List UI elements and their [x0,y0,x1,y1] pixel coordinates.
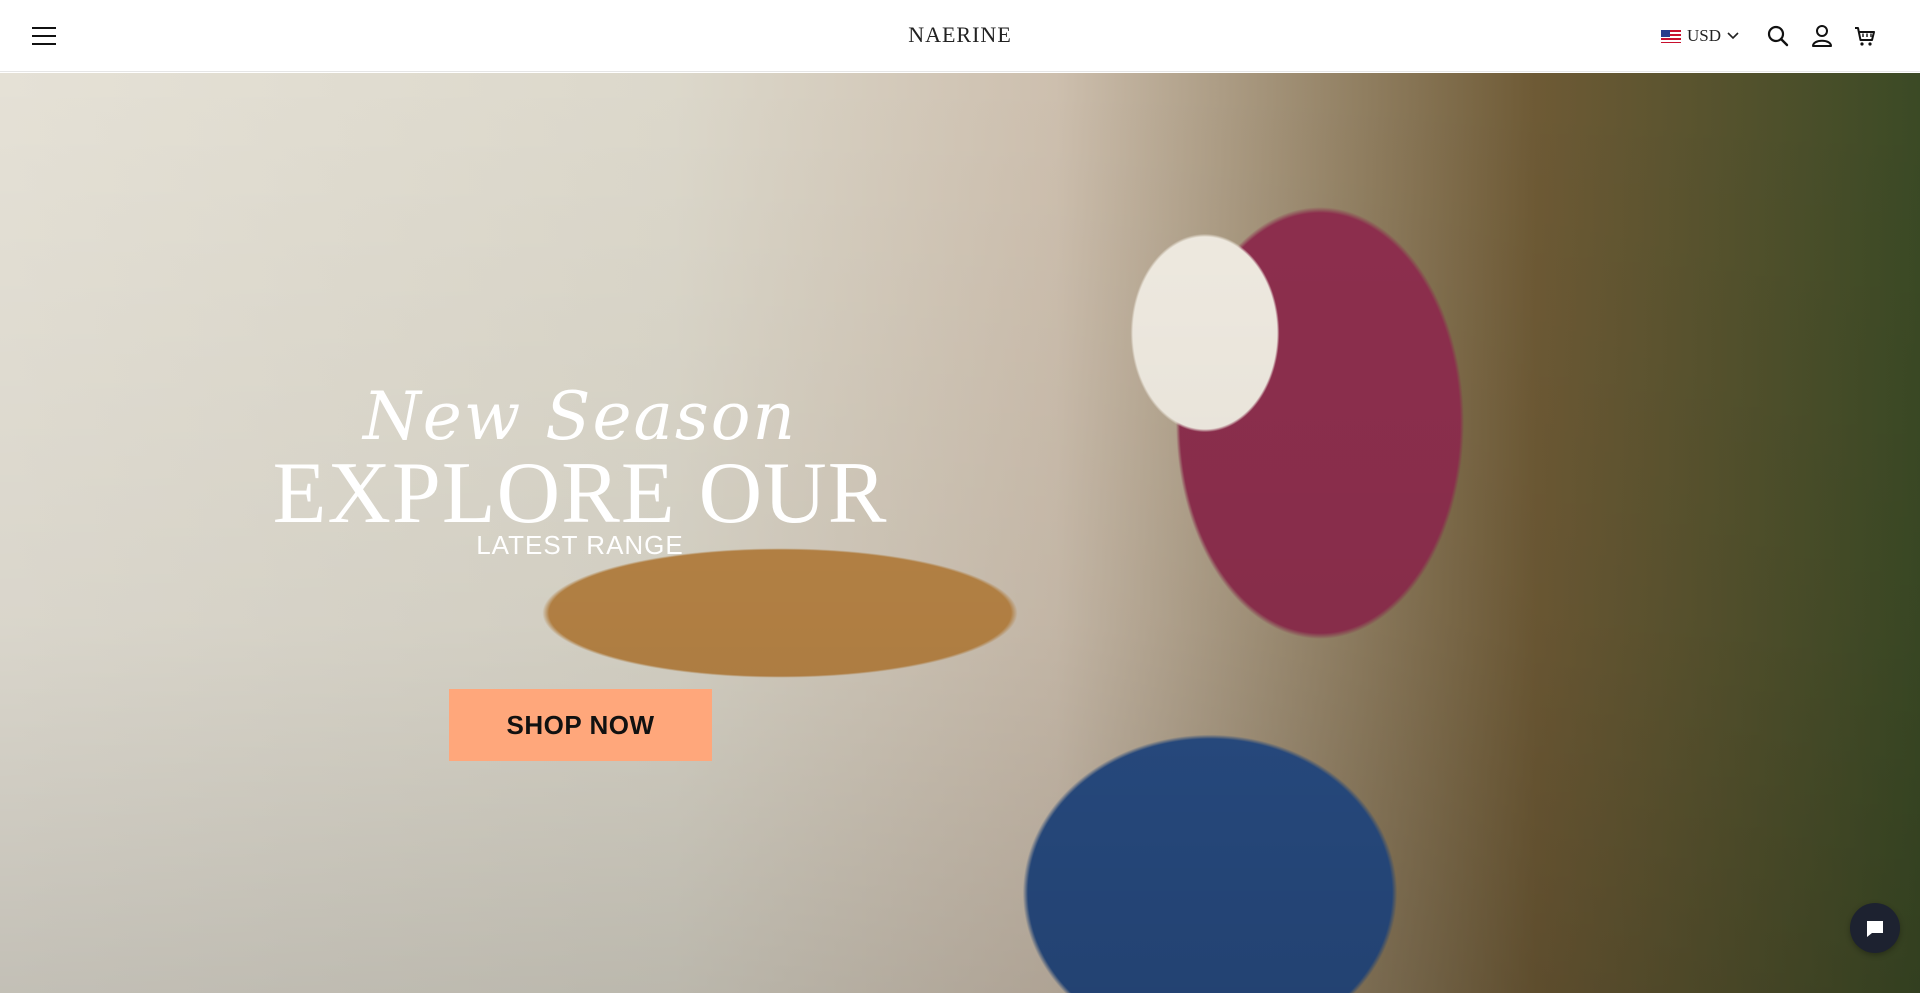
shop-now-button[interactable]: SHOP NOW [449,689,712,761]
store-logo[interactable]: NAERINE [908,22,1012,47]
account-icon[interactable] [1806,20,1838,52]
us-flag-icon [1661,29,1681,43]
hamburger-menu-icon[interactable] [32,22,62,50]
cart-icon[interactable] [1849,20,1881,52]
currency-selector[interactable]: USD [1661,22,1739,50]
hero-script-title: New Season [362,378,797,455]
hero-headline: EXPLORE OUR [272,445,888,542]
chat-bubble-icon[interactable] [1850,903,1900,953]
currency-code: USD [1687,26,1722,45]
chevron-down-icon [1727,32,1739,40]
hero-subheadline: LATEST RANGE [476,530,684,560]
logo-container: NAERINE [0,0,1920,72]
search-icon[interactable] [1762,20,1794,52]
site-header: NAERINE USD [0,0,1920,72]
